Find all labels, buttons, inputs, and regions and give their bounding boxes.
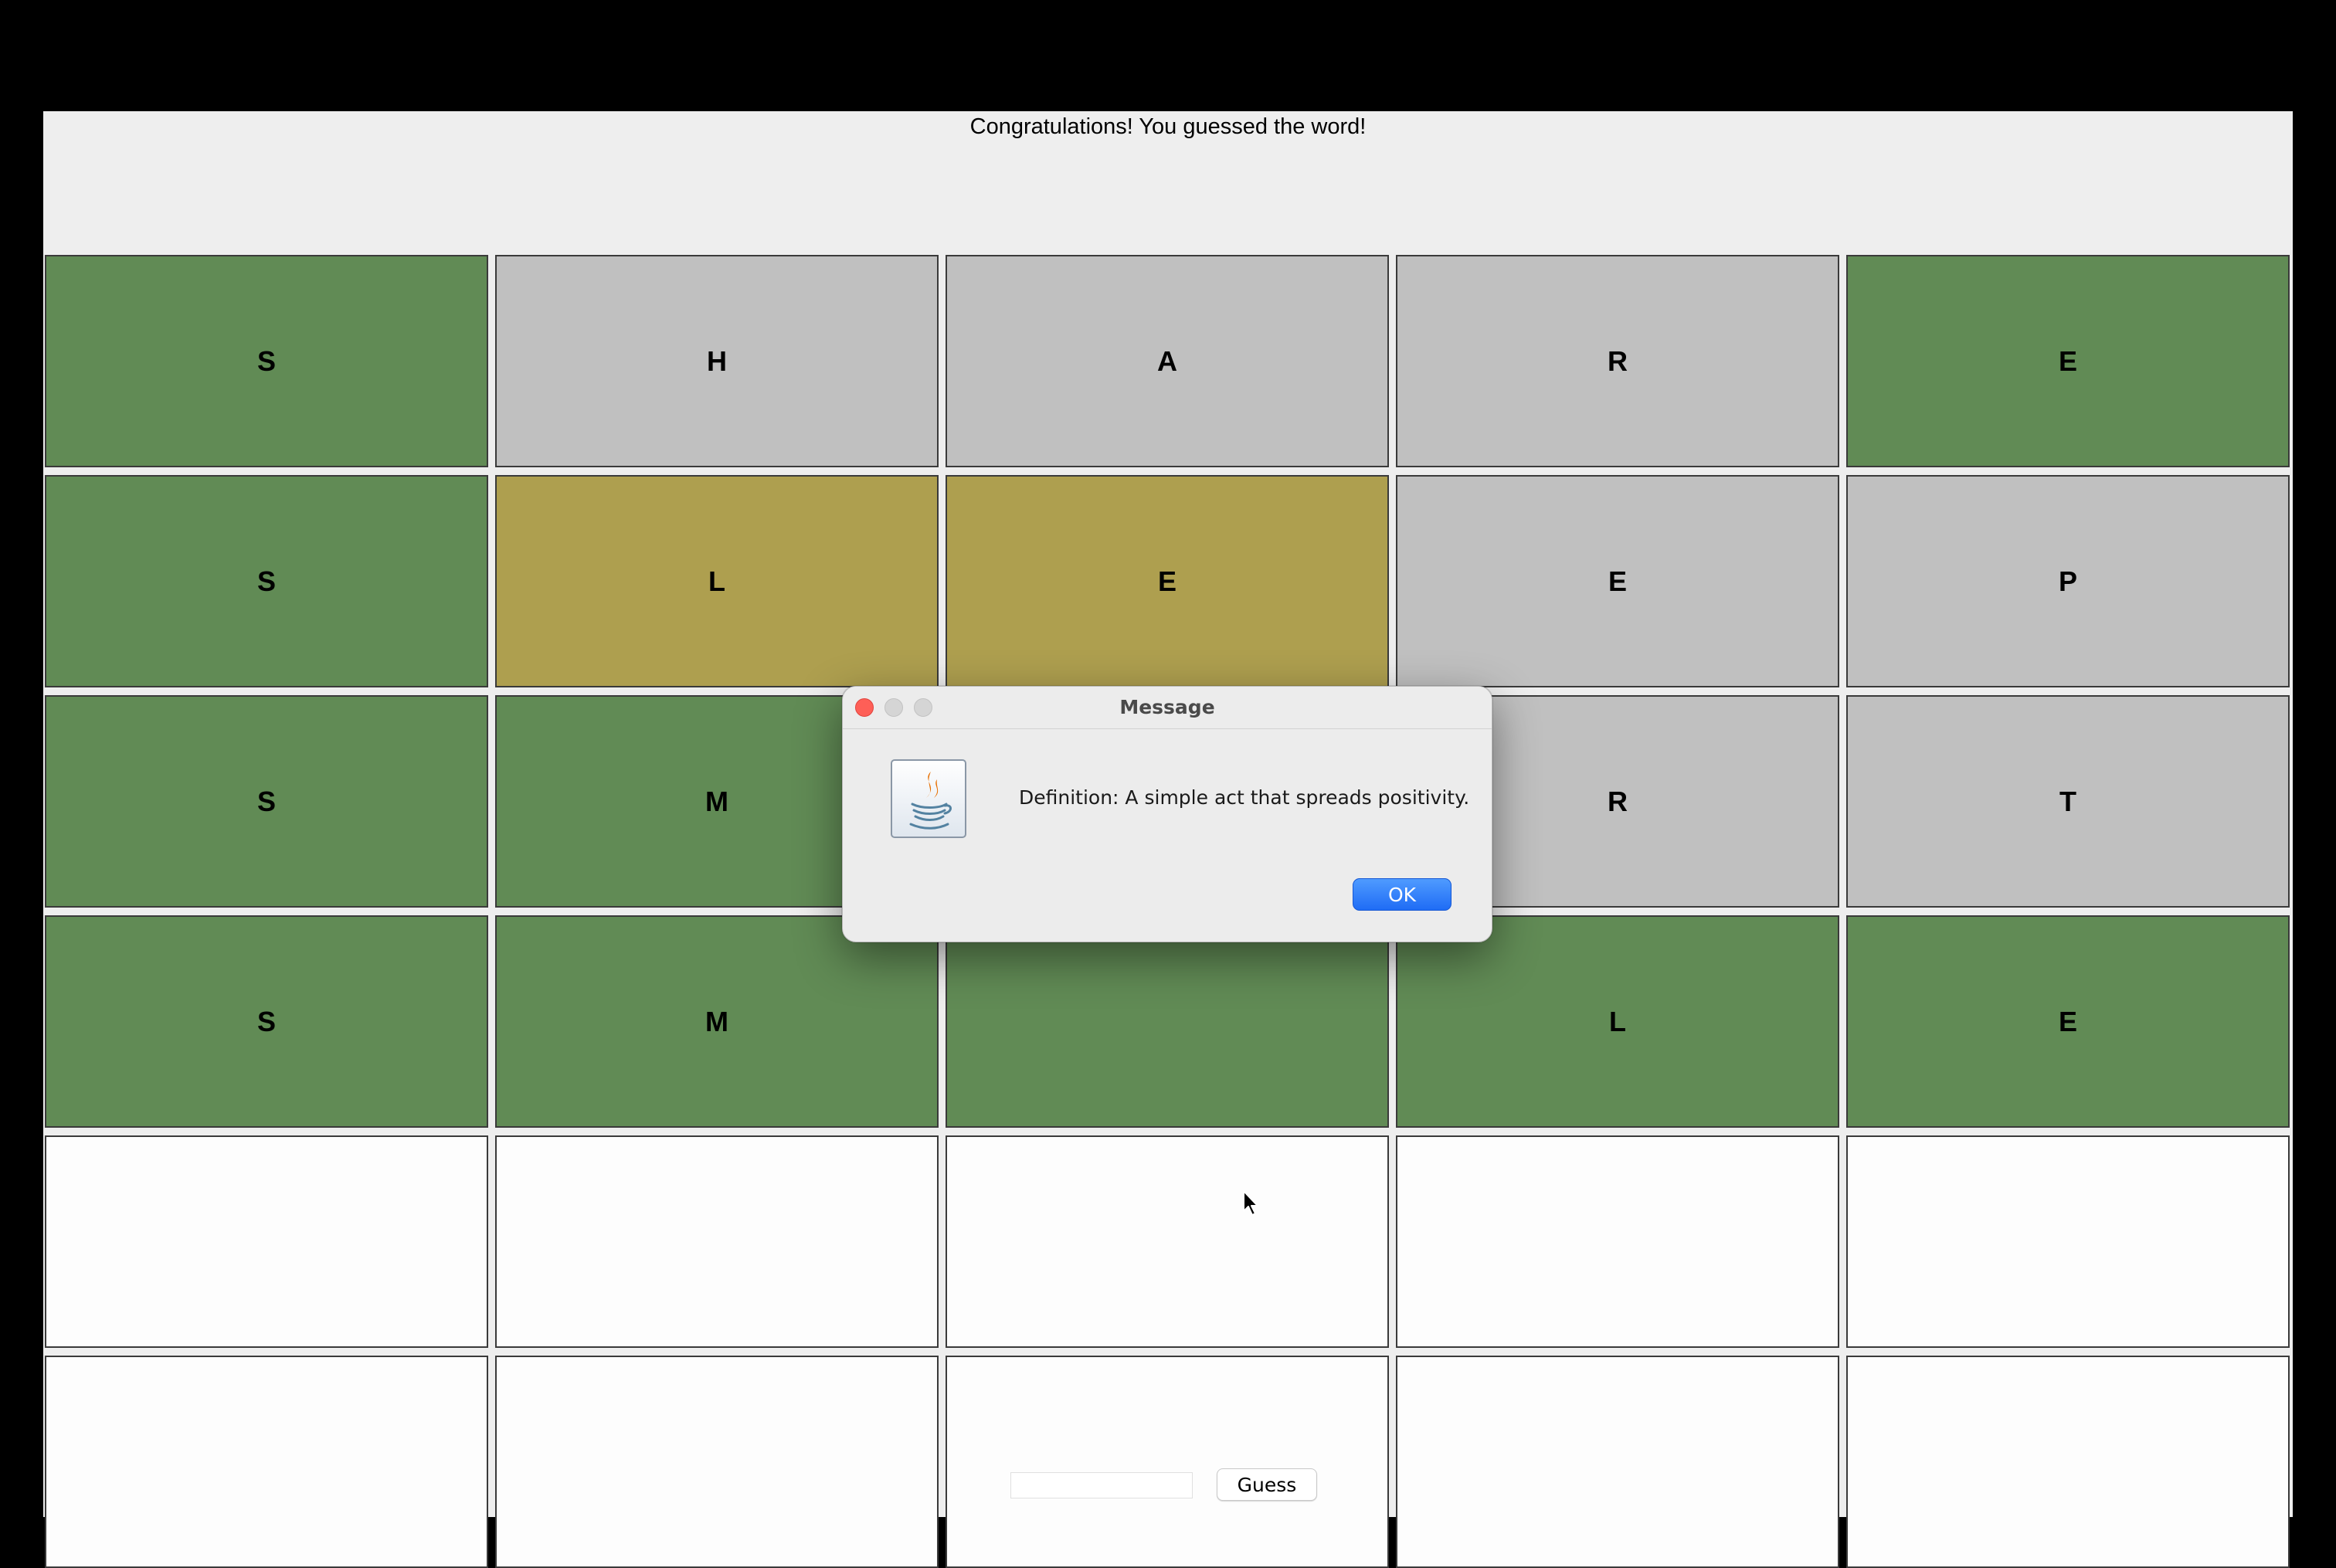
ok-button[interactable]: OK [1353, 878, 1452, 911]
tile-r2-c1: S [45, 475, 488, 687]
input-bar: Guess [43, 1455, 2293, 1517]
tile-r2-c5: P [1846, 475, 2290, 687]
tile-r2-c3: E [946, 475, 1389, 687]
tile-r1-c5: E [1846, 255, 2290, 467]
tile-r5-c2 [495, 1135, 939, 1348]
tile-r4-c3 [946, 915, 1389, 1128]
tile-r5-c3 [946, 1135, 1389, 1348]
tile-r5-c4 [1396, 1135, 1839, 1348]
dialog-message: Definition: A simple act that spreads po… [1019, 786, 1470, 809]
mouse-cursor-icon [1243, 1190, 1258, 1216]
tile-r5-c5 [1846, 1135, 2290, 1348]
dialog-title: Message [1119, 696, 1215, 718]
tile-r1-c3: A [946, 255, 1389, 467]
message-dialog: Message Definition: A simple act that sp… [842, 686, 1492, 942]
dialog-titlebar[interactable]: Message [843, 687, 1492, 729]
guess-input[interactable] [1010, 1472, 1193, 1498]
tile-r4-c2: M [495, 915, 939, 1128]
tile-r3-c1: S [45, 695, 488, 908]
tile-r5-c1 [45, 1135, 488, 1348]
tile-r1-c1: S [45, 255, 488, 467]
tile-r2-c2: L [495, 475, 939, 687]
tile-r1-c4: R [1396, 255, 1839, 467]
tile-r4-c5: E [1846, 915, 2290, 1128]
java-icon [891, 759, 966, 838]
tile-r4-c1: S [45, 915, 488, 1128]
status-message: Congratulations! You guessed the word! [43, 111, 2293, 142]
tile-r2-c4: E [1396, 475, 1839, 687]
tile-r1-c2: H [495, 255, 939, 467]
tile-r3-c5: T [1846, 695, 2290, 908]
guess-button[interactable]: Guess [1217, 1468, 1317, 1501]
tile-r4-c4: L [1396, 915, 1839, 1128]
